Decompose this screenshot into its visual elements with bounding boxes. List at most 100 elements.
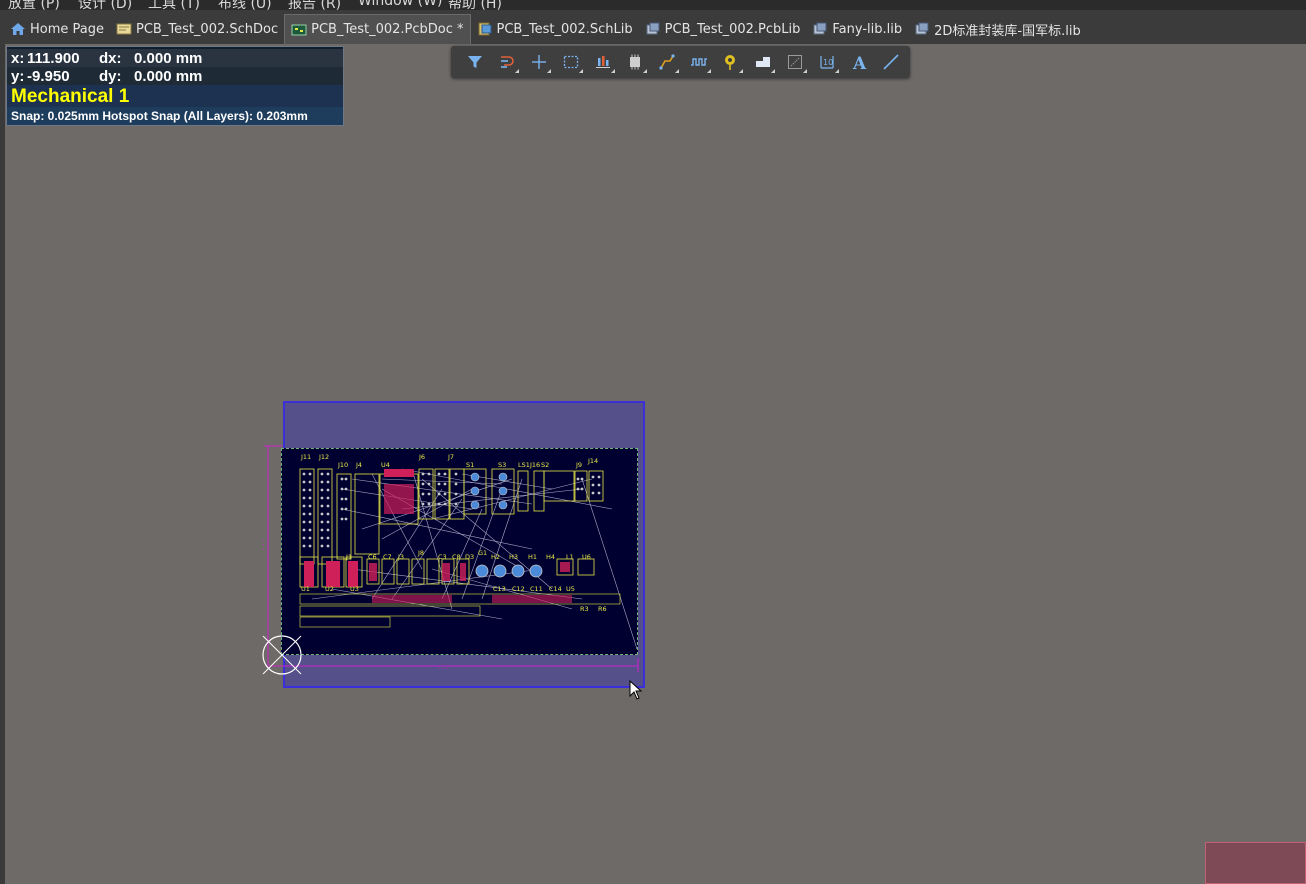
length-tune-button[interactable] — [683, 48, 715, 76]
tab-label: 2D标准封装库-国军标.lib — [934, 23, 1081, 39]
dimension-icon — [788, 55, 802, 69]
tab-label: PCB_Test_002.SchDoc — [136, 21, 279, 37]
designator: S3 — [498, 461, 506, 469]
designator: H2 — [491, 553, 500, 561]
component-button[interactable] — [619, 48, 651, 76]
route-button[interactable] — [651, 48, 683, 76]
menu-item-reports[interactable]: 报告 (R) — [288, 0, 341, 10]
smd-pads — [372, 595, 572, 603]
pcb-board-graphics: J11 J12 J10 J4 U4 J6 J7 S1 S3 LS1 J16 S2… — [299, 453, 638, 650]
origin-marker-icon — [262, 635, 302, 675]
menu-item-design[interactable]: 设计 (D) — [78, 0, 132, 10]
schematic-doc-icon — [116, 22, 132, 36]
designator: J14 — [587, 457, 598, 465]
designator: LS1 — [518, 461, 530, 469]
home-icon — [10, 22, 26, 36]
place-cross-button[interactable] — [523, 48, 555, 76]
tab-pcbdoc[interactable]: PCB_Test_002.PcbDoc * — [284, 14, 471, 44]
filter-icon — [468, 56, 482, 68]
designator: C6 — [368, 553, 377, 561]
select-rect-button[interactable] — [555, 48, 587, 76]
designator: C8 — [452, 553, 461, 561]
designator: J16 — [529, 461, 540, 469]
hud-y-label: y: — [11, 68, 25, 85]
mouse-cursor-icon — [629, 680, 643, 700]
designator: S1 — [466, 461, 474, 469]
tab-fany-lib[interactable]: Fany-lib.lib — [806, 14, 908, 44]
hud-x-label: x: — [11, 50, 25, 67]
hud-y-value: -9.950 — [27, 68, 70, 85]
menu-item-window[interactable]: Window (W) — [358, 0, 442, 9]
designator: U3 — [350, 585, 359, 593]
active-bar-toolbar: 10 A — [451, 46, 910, 78]
line-icon — [883, 54, 899, 70]
menu-item-route[interactable]: 布线 (U) — [218, 0, 272, 10]
align-button[interactable] — [587, 48, 619, 76]
designator: J7 — [447, 453, 454, 461]
designator: C14 — [549, 585, 562, 593]
tab-schlib[interactable]: PCB_Test_002.SchLib — [471, 14, 639, 44]
designator: J8 — [417, 549, 424, 557]
designator: J3 — [397, 553, 404, 561]
designator: U5 — [566, 585, 575, 593]
tab-pcblib[interactable]: PCB_Test_002.PcbLib — [639, 14, 807, 44]
hud-dy-label: dy: — [99, 68, 122, 85]
designator: J10 — [337, 461, 348, 469]
menu-item-help[interactable]: 帮助 (H) — [448, 0, 502, 10]
designator: H4 — [546, 553, 555, 561]
menu-item-tools[interactable]: 工具 (T) — [148, 0, 200, 10]
hud-snap-info: Snap: 0.025mm Hotspot Snap (All Layers):… — [11, 109, 308, 123]
designator: S2 — [541, 461, 549, 469]
hud-current-layer: Mechanical 1 — [11, 86, 130, 107]
designator: J4 — [355, 461, 362, 469]
align-icon — [596, 56, 610, 68]
designator: J1 — [345, 553, 352, 561]
mounting-holes — [475, 564, 543, 578]
component-icon — [630, 54, 640, 70]
designator: L1 — [566, 553, 574, 561]
hud-dx-value: 0.000 mm — [134, 50, 203, 67]
designator: J12 — [318, 453, 329, 461]
filter-button[interactable] — [459, 48, 491, 76]
tab-home-page[interactable]: Home Page — [4, 14, 110, 44]
lib-icon — [914, 22, 930, 36]
menu-bar: 放置 (P) 设计 (D) 工具 (T) 布线 (U) 报告 (R) Windo… — [0, 0, 1306, 10]
text-button[interactable]: A — [843, 48, 875, 76]
designator: U6 — [582, 553, 591, 561]
pcb-board[interactable]: J11 J12 J10 J4 U4 J6 J7 S1 S3 LS1 J16 S2… — [281, 448, 638, 655]
designator: H1 — [528, 553, 537, 561]
bottom-right-panel-edge — [1205, 842, 1306, 884]
hud-x-value: 111.900 — [27, 50, 80, 67]
length-tune-icon — [691, 58, 707, 66]
silkscreen-designators: J11 J12 J10 J4 U4 J6 J7 S1 S3 LS1 J16 S2… — [300, 453, 607, 613]
designator: C7 — [383, 553, 392, 561]
lib-icon — [812, 22, 828, 36]
tab-gjb-lib[interactable]: 2D标准封装库-国军标.lib — [908, 14, 1087, 44]
via-button[interactable] — [715, 48, 747, 76]
polygon-icon — [756, 57, 770, 67]
designator: C3 — [438, 553, 447, 561]
menu-item-place[interactable]: 放置 (P) — [8, 0, 60, 10]
pcb-doc-icon — [291, 23, 307, 37]
designator: C13 — [493, 585, 506, 593]
designator: G1 — [478, 549, 487, 557]
interactive-route-button[interactable] — [491, 48, 523, 76]
horizontal-dimension-mark: - - - — [438, 665, 448, 672]
hud-dx-label: dx: — [99, 50, 122, 67]
connector-outlines — [299, 468, 604, 565]
dimension-button[interactable] — [779, 48, 811, 76]
schlib-icon — [477, 22, 493, 36]
heads-up-display: x: 111.900 dx: 0.000 mm y: -9.950 dy: 0.… — [6, 46, 344, 126]
region-icon: 10 — [820, 56, 834, 69]
designator: U4 — [381, 461, 390, 469]
polygon-button[interactable] — [747, 48, 779, 76]
designator: U1 — [301, 585, 310, 593]
pcb-design-canvas[interactable] — [5, 44, 1306, 884]
designator: D3 — [465, 553, 474, 561]
designator: J9 — [575, 461, 582, 469]
tab-label: PCB_Test_002.PcbLib — [664, 21, 801, 37]
document-tab-bar: Home Page PCB_Test_002.SchDoc PCB_Test_0… — [0, 10, 1306, 44]
tab-schdoc[interactable]: PCB_Test_002.SchDoc — [110, 14, 284, 44]
line-button[interactable] — [875, 48, 907, 76]
region-button[interactable]: 10 — [811, 48, 843, 76]
